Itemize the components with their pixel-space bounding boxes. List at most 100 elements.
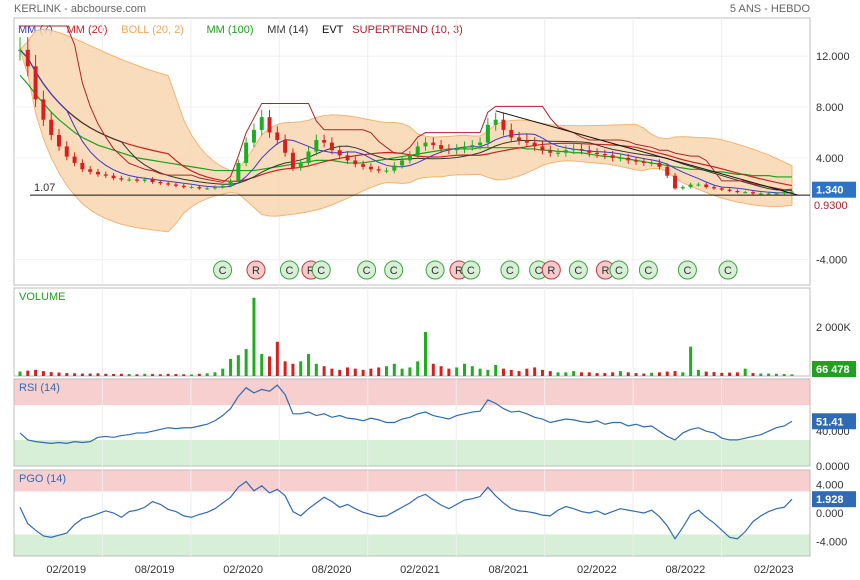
candle: [400, 160, 405, 166]
volume-bar: [166, 373, 170, 376]
volume-bar: [486, 369, 490, 376]
pgo-badge: 1.928: [816, 494, 844, 506]
candle: [361, 164, 366, 167]
candle: [368, 166, 373, 170]
candle: [345, 155, 350, 161]
event-marker-label: C: [431, 265, 439, 277]
volume-bar: [423, 332, 427, 376]
candle: [329, 142, 334, 151]
candle: [688, 184, 693, 188]
volume-bar: [618, 371, 622, 376]
candle: [758, 193, 763, 195]
volume-bar: [525, 368, 529, 376]
candle: [259, 117, 264, 130]
candle: [587, 150, 592, 153]
event-marker-label: C: [683, 265, 691, 277]
event-marker-label: C: [724, 265, 732, 277]
candle: [283, 140, 288, 153]
volume-bar: [158, 374, 162, 376]
volume-bar: [478, 368, 482, 376]
volume-bar: [88, 373, 92, 376]
candle: [33, 66, 38, 100]
volume-bar: [252, 297, 256, 376]
candle: [134, 179, 139, 181]
volume-bar: [392, 363, 396, 376]
candle: [166, 183, 171, 185]
candle: [88, 169, 93, 172]
candle: [322, 140, 327, 143]
volume-bar: [447, 368, 451, 376]
candle: [454, 148, 459, 151]
candle: [64, 146, 69, 157]
candle: [205, 188, 210, 190]
pgo-tick: -4.000: [816, 537, 847, 549]
volume-bar: [494, 365, 498, 376]
candle: [470, 145, 475, 147]
volume-label: VOLUME: [19, 291, 65, 303]
volume-bar: [665, 371, 669, 376]
volume-bar: [112, 374, 116, 376]
volume-bar: [307, 354, 311, 376]
candle: [189, 187, 194, 189]
event-marker-label: C: [574, 265, 582, 277]
volume-bar: [400, 368, 404, 376]
volume-bar: [205, 373, 209, 376]
candle: [72, 156, 77, 163]
candle: [439, 145, 444, 149]
candle: [766, 193, 771, 195]
candle: [462, 146, 467, 149]
volume-bar: [774, 373, 778, 376]
candle: [485, 124, 490, 143]
volume-bar: [462, 363, 466, 376]
event-marker-label: C: [506, 265, 514, 277]
legend-item: MM (20): [67, 24, 108, 36]
candle: [407, 155, 412, 161]
candle: [267, 117, 272, 133]
pgo-oversold-zone: [14, 534, 810, 556]
candle: [704, 184, 709, 188]
volume-bar: [26, 370, 30, 376]
volume-bar: [18, 371, 22, 376]
candle: [446, 148, 451, 151]
pgo-label: PGO (14): [19, 473, 66, 485]
candle: [353, 160, 358, 165]
candle: [634, 160, 639, 162]
volume-bar: [431, 363, 435, 376]
candle: [95, 171, 100, 175]
price-tick: 12.000: [816, 51, 850, 63]
legend-item: SUPERTREND (10, 3): [352, 24, 462, 36]
candle: [228, 180, 233, 186]
volume-badge: 66 478: [816, 364, 850, 376]
x-tick-label: 02/2019: [46, 564, 86, 576]
volume-tick: 2 000K: [816, 322, 852, 334]
event-marker-label: C: [363, 265, 371, 277]
candle: [719, 188, 724, 190]
volume-bar: [275, 341, 279, 376]
volume-bar: [143, 373, 147, 376]
volume-bar: [80, 373, 84, 376]
volume-bar: [236, 355, 240, 376]
candle: [680, 187, 685, 189]
candle: [735, 190, 740, 193]
volume-bar: [751, 373, 755, 376]
candle: [696, 184, 701, 186]
legend-item: MM (100): [207, 24, 254, 36]
volume-bar: [548, 371, 552, 376]
bollinger-band: [19, 28, 793, 233]
volume-bar: [213, 372, 217, 376]
volume-bar: [369, 368, 373, 376]
candle: [49, 119, 54, 135]
volume-bar: [361, 369, 365, 376]
candle: [595, 152, 600, 155]
volume-bar: [587, 372, 591, 376]
volume-bar: [353, 368, 357, 376]
candle: [314, 140, 319, 152]
x-tick-label: 08/2019: [135, 564, 175, 576]
rsi-tick: 0.0000: [816, 461, 850, 473]
volume-bar: [385, 366, 389, 376]
volume-bar: [728, 372, 732, 376]
candle: [610, 155, 615, 158]
candle: [641, 161, 646, 163]
candle: [423, 142, 428, 147]
price-panel: 12.000 8.000 4.000 -4.000 1.07 0.9300 1.340: [13, 17, 856, 286]
